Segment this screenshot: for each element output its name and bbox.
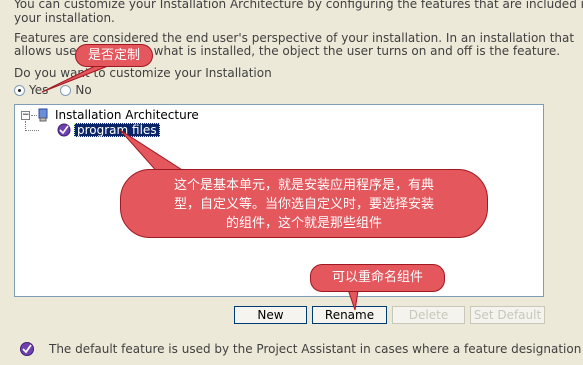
annotation-bubble-rename: 可以重命名组件 xyxy=(310,264,445,292)
annotation-bubble-feature: 这个是基本单元，就是安装应用程序是，有典 型，自定义等。当你选自定义时，要选择安… xyxy=(120,169,488,238)
bubble2-line2: 型，自定义等。当你选自定义时，要选择安装 xyxy=(173,197,434,212)
bubble1-pointer xyxy=(41,65,109,93)
annotation-bubble-customize: 是否定制 xyxy=(75,44,153,67)
bubble2-line3: 的组件，这个就是那些组件 xyxy=(225,216,382,231)
bubble2-line1: 这个是基本单元，就是安装应用程序是，有典 xyxy=(173,178,434,193)
